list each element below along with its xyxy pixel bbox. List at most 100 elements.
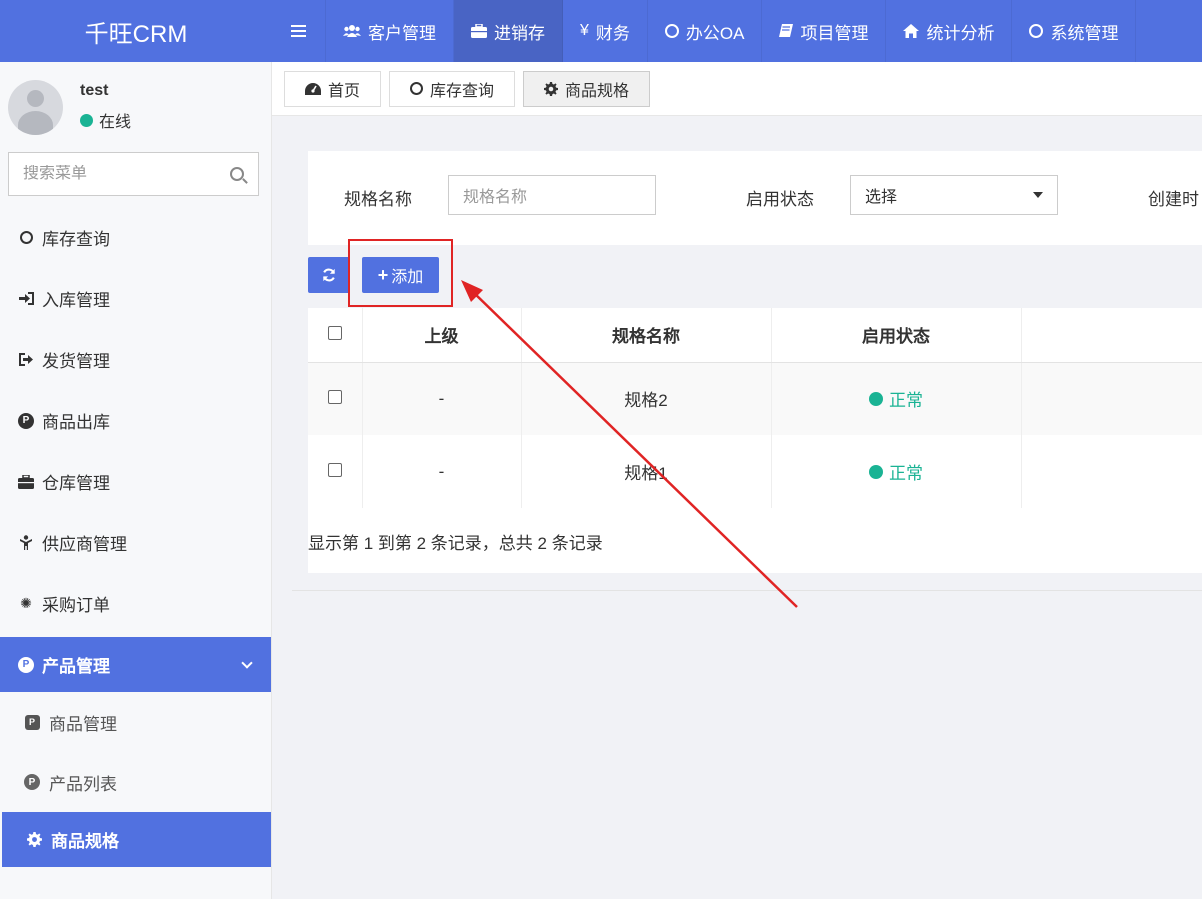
- product-hunt-icon: P: [18, 412, 34, 429]
- table-row[interactable]: - 规格2 正常: [308, 362, 1202, 435]
- row-checkbox[interactable]: [327, 389, 342, 404]
- nav-item-office-oa[interactable]: 办公OA: [648, 0, 763, 62]
- select-all-checkbox[interactable]: [327, 325, 342, 340]
- sidebar-group-product-management[interactable]: P 产品管理: [0, 637, 271, 692]
- cell-parent: -: [362, 435, 522, 508]
- gear-icon: [544, 81, 559, 96]
- nav-item-statistics[interactable]: 统计分析: [886, 0, 1013, 62]
- search-form: 规格名称 规格名称 启用状态 选择 创建时: [308, 151, 1202, 245]
- circle-icon: [410, 82, 424, 95]
- sidebar-subitem-product-list[interactable]: P 产品列表: [0, 752, 271, 812]
- online-dot-icon: [80, 113, 93, 127]
- sidebar-item-warehouse[interactable]: 仓库管理: [0, 451, 271, 512]
- refresh-icon: [323, 268, 335, 282]
- sidebar: test 在线 库存查询 入库管理 发货管理 P: [0, 62, 272, 899]
- status-badge: 正常: [869, 459, 923, 484]
- tab-label: 库存查询: [430, 82, 495, 100]
- sidebar-item-inbound[interactable]: 入库管理: [0, 268, 271, 329]
- product-hunt-icon: P: [24, 774, 40, 790]
- nav-item-system[interactable]: 系统管理: [1012, 0, 1137, 62]
- book-icon: [779, 23, 794, 39]
- home-icon: [903, 24, 920, 38]
- status-select-value: 选择: [865, 189, 898, 206]
- column-header-status[interactable]: 启用状态: [771, 308, 1022, 363]
- sign-in-icon: [18, 292, 34, 305]
- nav-item-projects[interactable]: 项目管理: [762, 0, 887, 62]
- cell-spec-name: 规格1: [521, 435, 772, 508]
- divider: [292, 590, 1202, 591]
- briefcase-icon: [471, 24, 487, 38]
- nav-label: 统计分析: [926, 23, 995, 43]
- search-icon[interactable]: [230, 167, 244, 181]
- status-text: 正常: [889, 391, 923, 411]
- column-header-spec-name[interactable]: 规格名称: [521, 308, 772, 363]
- nav-label: 客户管理: [368, 23, 436, 43]
- row-select-cell: [308, 435, 363, 508]
- select-all-cell: [308, 308, 363, 363]
- brand-logo[interactable]: 千旺CRM: [0, 0, 272, 62]
- sidebar-menu: 库存查询 入库管理 发货管理 P 商品出库 仓库管理 供应商管理 ✺ 采购订单 …: [0, 207, 271, 867]
- sidebar-item-product-outbound[interactable]: P 商品出库: [0, 390, 271, 451]
- sidebar-item-stock-query[interactable]: 库存查询: [0, 207, 271, 268]
- plus-icon: +: [377, 264, 389, 285]
- nav-item-inventory[interactable]: 进销存: [454, 0, 563, 62]
- status-dot-icon: [869, 464, 883, 479]
- product-square-icon: P: [24, 714, 40, 730]
- cell-extra: [1021, 362, 1202, 435]
- row-checkbox[interactable]: [327, 462, 342, 477]
- sidebar-subitem-specs[interactable]: 商品规格: [2, 812, 271, 867]
- dashboard-icon: [305, 82, 321, 95]
- sidebar-group-label: 产品管理: [42, 657, 110, 676]
- cell-spec-name: 规格2: [521, 362, 772, 435]
- product-hunt-icon: P: [18, 656, 34, 673]
- sidebar-subitem-label: 商品管理: [49, 714, 117, 734]
- spec-name-label: 规格名称: [344, 190, 412, 209]
- cell-parent: -: [362, 362, 522, 435]
- table-header-row: 上级 规格名称 启用状态: [308, 308, 1202, 363]
- users-icon: [343, 24, 361, 38]
- tab-label: 首页: [328, 82, 361, 100]
- sidebar-item-label: 发货管理: [42, 352, 110, 371]
- top-navbar: 千旺CRM 客户管理 进销存 ¥ 财务 办公OA 项目管理 统计分析 系统管理: [0, 0, 1202, 62]
- user-name: test: [80, 82, 109, 99]
- sidebar-item-purchase-orders[interactable]: ✺ 采购订单: [0, 573, 271, 634]
- main-nav: 客户管理 进销存 ¥ 财务 办公OA 项目管理 统计分析 系统管理: [272, 0, 1137, 62]
- user-info: test 在线: [80, 82, 131, 132]
- tab-product-specs[interactable]: 商品规格: [523, 70, 651, 107]
- spec-name-input[interactable]: 规格名称: [448, 175, 656, 215]
- chevron-down-icon: [241, 657, 253, 669]
- menu-search-input[interactable]: [23, 165, 230, 183]
- row-select-cell: [308, 362, 363, 435]
- status-badge: 正常: [869, 386, 923, 411]
- sidebar-item-label: 入库管理: [42, 291, 110, 310]
- snowflake-icon: ✺: [20, 595, 32, 611]
- sidebar-item-suppliers[interactable]: 供应商管理: [0, 512, 271, 573]
- yen-icon: ¥: [580, 22, 589, 39]
- cell-status: 正常: [771, 362, 1022, 435]
- status-text: 正常: [889, 464, 923, 483]
- sidebar-item-shipping[interactable]: 发货管理: [0, 329, 271, 390]
- sidebar-toggle-button[interactable]: [272, 0, 326, 62]
- sidebar-subitem-label: 产品列表: [49, 774, 117, 794]
- status-select[interactable]: 选择: [850, 175, 1058, 215]
- cell-status: 正常: [771, 435, 1022, 508]
- sign-out-icon: [18, 353, 34, 366]
- menu-icon: [291, 25, 306, 37]
- nav-item-customers[interactable]: 客户管理: [326, 0, 454, 62]
- child-icon: [18, 535, 34, 550]
- column-header-parent[interactable]: 上级: [362, 308, 522, 363]
- nav-item-finance[interactable]: ¥ 财务: [563, 0, 648, 62]
- circle-icon: [1029, 24, 1044, 38]
- user-status: 在线: [80, 108, 131, 132]
- nav-label: 财务: [595, 23, 630, 43]
- table-row[interactable]: - 规格1 正常: [308, 435, 1202, 508]
- status-label: 启用状态: [746, 190, 814, 209]
- nav-label: 系统管理: [1050, 23, 1119, 43]
- refresh-button[interactable]: [308, 257, 350, 293]
- sidebar-item-label: 采购订单: [42, 596, 110, 615]
- add-button[interactable]: + 添加: [362, 257, 439, 293]
- created-time-label: 创建时: [1148, 190, 1199, 209]
- sidebar-subitem-goods[interactable]: P 商品管理: [0, 692, 271, 752]
- tab-stock-query[interactable]: 库存查询: [389, 70, 516, 107]
- tab-home[interactable]: 首页: [284, 70, 382, 107]
